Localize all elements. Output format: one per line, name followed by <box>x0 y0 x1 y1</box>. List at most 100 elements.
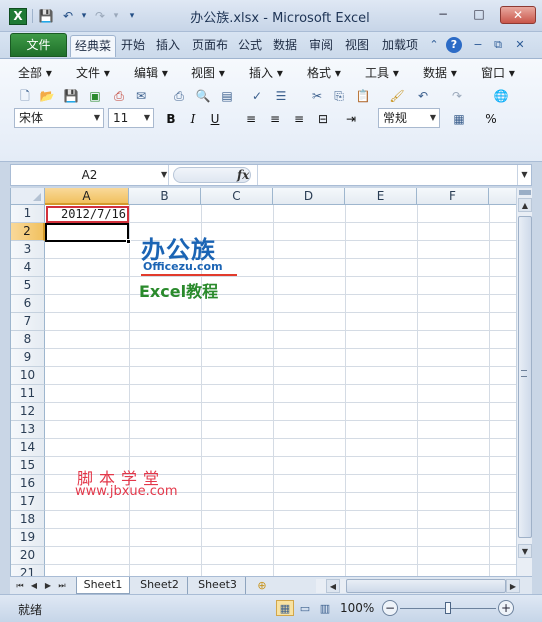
row-header-16[interactable]: 16 <box>11 475 45 493</box>
row-header-1[interactable]: 1 <box>11 205 45 223</box>
page-break-view-icon[interactable]: ▥ <box>316 600 334 616</box>
spelling-icon[interactable]: ✓ <box>248 87 266 105</box>
italic-button[interactable]: I <box>184 110 202 128</box>
vertical-scrollbar[interactable]: ▲ ▼ <box>516 188 532 576</box>
row-header-21[interactable]: 21 <box>11 565 45 576</box>
new-document-icon[interactable]: 🗋 <box>16 87 34 105</box>
column-header-b[interactable]: B <box>129 188 201 205</box>
permission-icon[interactable]: ▣ <box>86 87 104 105</box>
horizontal-scroll-thumb[interactable] <box>346 579 506 593</box>
tab-insert[interactable]: 插入 <box>152 35 184 57</box>
email-icon[interactable]: ✉ <box>132 87 150 105</box>
indent-icon[interactable]: ⇥ <box>342 110 360 128</box>
column-header-e[interactable]: E <box>345 188 417 205</box>
zoom-level[interactable]: 100% <box>340 601 374 615</box>
name-box-dropdown-icon[interactable]: ▼ <box>161 165 167 185</box>
save-icon[interactable]: 💾 <box>38 8 54 24</box>
tab-home[interactable]: 开始 <box>118 35 148 57</box>
minimize-button[interactable]: − <box>430 6 456 24</box>
name-box[interactable]: A2 <box>11 165 169 185</box>
tab-view[interactable]: 视图 <box>342 35 372 57</box>
insert-function-icon[interactable]: fx <box>237 165 249 185</box>
merge-center-icon[interactable]: ⊟ <box>314 110 332 128</box>
menu-window[interactable]: 窗口 ▾ <box>481 64 515 82</box>
tab-formulas[interactable]: 公式 <box>235 35 265 57</box>
paste-icon[interactable]: 📋 <box>354 87 372 105</box>
column-header-f[interactable]: F <box>417 188 489 205</box>
sheet-tab-sheet3[interactable]: Sheet3 <box>190 577 246 594</box>
row-header-13[interactable]: 13 <box>11 421 45 439</box>
menu-insert[interactable]: 插入 ▾ <box>249 64 283 82</box>
row-header-6[interactable]: 6 <box>11 295 45 313</box>
row-header-7[interactable]: 7 <box>11 313 45 331</box>
last-sheet-icon[interactable]: ⏭ <box>56 579 68 593</box>
maximize-button[interactable]: □ <box>466 6 492 24</box>
formula-input[interactable] <box>257 165 519 185</box>
menu-tools[interactable]: 工具 ▾ <box>365 64 399 82</box>
print-icon[interactable]: ⎙ <box>170 87 188 105</box>
column-header-c[interactable]: C <box>201 188 273 205</box>
doc-minimize-icon[interactable]: − <box>470 37 486 53</box>
zoom-in-button[interactable]: + <box>498 600 514 616</box>
row-header-5[interactable]: 5 <box>11 277 45 295</box>
expand-formula-bar-icon[interactable]: ▼ <box>517 165 531 185</box>
customize-quick-access-icon[interactable]: ▾ <box>124 8 140 24</box>
row-header-18[interactable]: 18 <box>11 511 45 529</box>
font-size-select[interactable]: 11 ▼ <box>108 108 154 128</box>
tab-page-layout[interactable]: 页面布 <box>188 35 232 57</box>
help-icon[interactable]: ? <box>446 37 462 53</box>
vertical-scroll-thumb[interactable] <box>518 216 532 538</box>
tab-file[interactable]: 文件 <box>10 33 67 57</box>
percent-button[interactable]: % <box>482 110 500 128</box>
row-header-4[interactable]: 4 <box>11 259 45 277</box>
format-painter-icon[interactable]: 🖌 <box>388 87 406 105</box>
redo-icon[interactable]: ↷ <box>92 8 108 24</box>
undo-icon[interactable]: ↶ <box>60 8 76 24</box>
pdf-icon[interactable]: ⎙ <box>110 87 128 105</box>
horizontal-scrollbar[interactable]: ◀ ▶ <box>316 579 520 593</box>
currency-format-icon[interactable]: ▦ <box>450 110 468 128</box>
underline-button[interactable]: U <box>206 110 224 128</box>
page-setup-icon[interactable]: ▤ <box>218 87 236 105</box>
tab-data[interactable]: 数据 <box>270 35 300 57</box>
row-header-12[interactable]: 12 <box>11 403 45 421</box>
row-header-3[interactable]: 3 <box>11 241 45 259</box>
row-header-19[interactable]: 19 <box>11 529 45 547</box>
bold-button[interactable]: B <box>162 110 180 128</box>
select-all-corner[interactable] <box>11 188 45 205</box>
column-header-g-partial[interactable] <box>489 188 516 205</box>
close-button[interactable]: ✕ <box>500 6 536 24</box>
scroll-right-icon[interactable]: ▶ <box>506 579 520 593</box>
number-format-select[interactable]: 常规 ▼ <box>378 108 440 128</box>
zoom-out-button[interactable]: − <box>382 600 398 616</box>
scroll-left-icon[interactable]: ◀ <box>326 579 340 593</box>
doc-restore-icon[interactable]: ⧉ <box>490 37 506 53</box>
cell-a2-selected[interactable] <box>45 223 129 242</box>
menu-format[interactable]: 格式 ▾ <box>307 64 341 82</box>
page-layout-view-icon[interactable]: ▭ <box>296 600 314 616</box>
row-header-9[interactable]: 9 <box>11 349 45 367</box>
row-header-14[interactable]: 14 <box>11 439 45 457</box>
menu-edit[interactable]: 编辑 ▾ <box>134 64 168 82</box>
next-sheet-icon[interactable]: ▶ <box>42 579 54 593</box>
split-handle[interactable] <box>519 190 531 195</box>
copy-icon[interactable]: ⎘ <box>330 87 348 105</box>
row-header-2[interactable]: 2 <box>11 223 45 241</box>
doc-close-icon[interactable]: ✕ <box>512 37 528 53</box>
fill-handle[interactable] <box>126 239 131 244</box>
row-header-8[interactable]: 8 <box>11 331 45 349</box>
first-sheet-icon[interactable]: ⏮ <box>14 579 26 593</box>
research-icon[interactable]: ☰ <box>272 87 290 105</box>
font-name-select[interactable]: 宋体 ▼ <box>14 108 104 128</box>
minimize-ribbon-icon[interactable]: ⌃ <box>426 37 442 53</box>
cell-a1[interactable]: 2012/7/16 <box>46 206 129 223</box>
menu-file[interactable]: 文件 ▾ <box>76 64 110 82</box>
align-center-icon[interactable]: ≡ <box>266 110 284 128</box>
zoom-slider-thumb[interactable] <box>445 602 451 614</box>
open-folder-icon[interactable]: 📂 <box>38 87 56 105</box>
menu-data[interactable]: 数据 ▾ <box>423 64 457 82</box>
normal-view-icon[interactable]: ▦ <box>276 600 294 616</box>
excel-app-icon[interactable]: X <box>9 8 27 25</box>
undo-dropdown-icon[interactable]: ▾ <box>76 8 92 24</box>
scroll-up-icon[interactable]: ▲ <box>518 198 532 212</box>
